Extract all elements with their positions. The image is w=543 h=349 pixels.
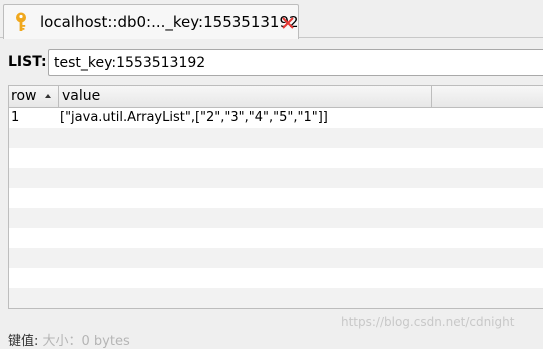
status-size: 大小：0 bytes	[42, 334, 130, 349]
table-row[interactable]: 1 ["java.util.ArrayList",["2","3","4","5"…	[9, 108, 543, 128]
tab-bar: localhost::db0:..._key:1553513192	[0, 0, 543, 39]
tab-key-view[interactable]: localhost::db0:..._key:1553513192	[3, 4, 299, 39]
status-key-label: 键值:	[8, 334, 39, 349]
close-icon[interactable]	[281, 16, 295, 30]
status-bar: 键值: 大小：0 bytes	[8, 330, 130, 349]
table-header: row value	[9, 86, 543, 108]
key-name-input[interactable]	[48, 49, 543, 76]
key-type-label: LIST:	[8, 54, 47, 70]
row-index-cell: 1	[11, 110, 20, 125]
table-row[interactable]	[9, 208, 543, 228]
column-header-filler	[432, 86, 543, 107]
list-values-table: row value 1 ["java.util.ArrayList",["2","…	[8, 85, 543, 309]
table-row[interactable]	[9, 148, 543, 168]
watermark: https://blog.csdn.net/cdnight	[341, 315, 515, 329]
sort-ascending-icon	[45, 94, 51, 98]
value-cell: ["java.util.ArrayList",["2","3","4","5",…	[60, 110, 328, 125]
column-header-row[interactable]: row	[9, 86, 59, 107]
table-body: 1 ["java.util.ArrayList",["2","3","4","5"…	[9, 108, 543, 308]
table-row[interactable]	[9, 228, 543, 248]
table-row[interactable]	[9, 248, 543, 268]
table-row[interactable]	[9, 188, 543, 208]
tab-title: localhost::db0:..._key:1553513192	[40, 13, 299, 31]
table-row[interactable]	[9, 288, 543, 308]
table-row[interactable]	[9, 168, 543, 188]
table-row[interactable]	[9, 128, 543, 148]
table-row[interactable]	[9, 268, 543, 288]
column-header-value[interactable]: value	[59, 86, 432, 107]
key-icon	[16, 12, 26, 31]
